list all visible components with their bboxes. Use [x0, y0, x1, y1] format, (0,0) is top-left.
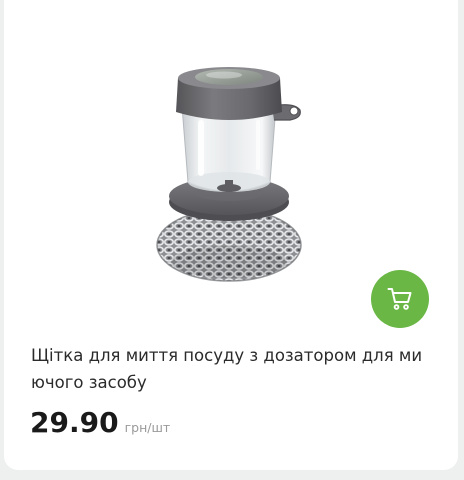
price-row: 29.90 грн/шт	[30, 406, 170, 439]
product-card: Щітка для миття посуду з дозатором для м…	[4, 0, 458, 470]
product-title[interactable]: Щітка для миття посуду з дозатором для м…	[31, 342, 431, 396]
product-image[interactable]	[144, 62, 314, 284]
price-value: 29.90	[30, 406, 119, 439]
price-unit: грн/шт	[124, 420, 171, 435]
cart-icon	[387, 288, 412, 310]
add-to-cart-button[interactable]	[371, 270, 429, 328]
